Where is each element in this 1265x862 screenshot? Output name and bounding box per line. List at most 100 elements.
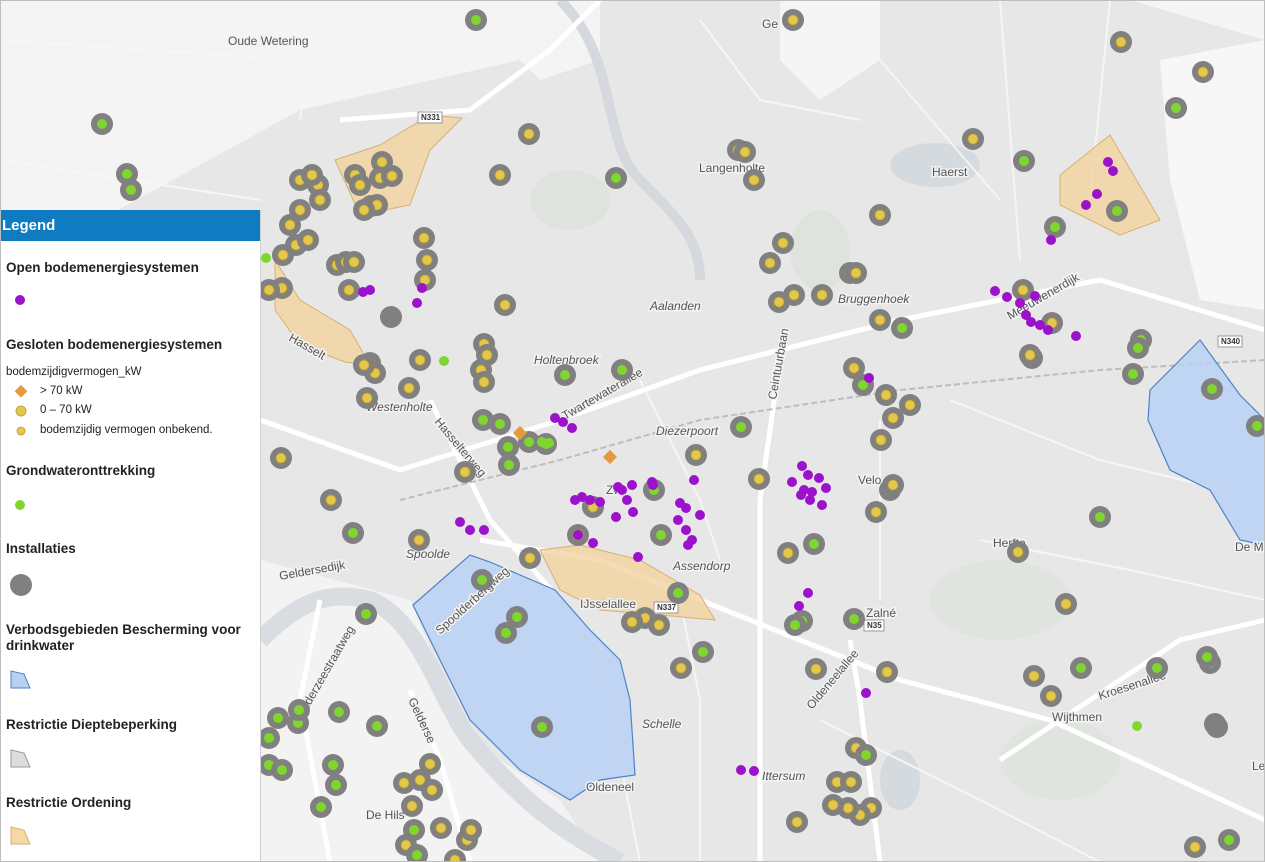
open-system-point[interactable] bbox=[465, 525, 475, 535]
closed-system-point[interactable] bbox=[294, 204, 306, 216]
closed-system-point[interactable] bbox=[874, 314, 886, 326]
open-system-point[interactable] bbox=[1043, 325, 1053, 335]
groundwater-point[interactable] bbox=[1095, 512, 1105, 522]
groundwater-point[interactable] bbox=[861, 750, 871, 760]
closed-system-point[interactable] bbox=[284, 219, 296, 231]
open-system-point[interactable] bbox=[611, 512, 621, 522]
groundwater-point[interactable] bbox=[897, 323, 907, 333]
open-system-point[interactable] bbox=[681, 525, 691, 535]
groundwater-point[interactable] bbox=[809, 539, 819, 549]
closed-system-point[interactable] bbox=[1115, 36, 1127, 48]
closed-system-point[interactable] bbox=[376, 156, 388, 168]
closed-system-point[interactable] bbox=[325, 494, 337, 506]
open-system-point[interactable] bbox=[1071, 331, 1081, 341]
groundwater-point[interactable] bbox=[1207, 384, 1217, 394]
closed-system-point[interactable] bbox=[302, 234, 314, 246]
groundwater-point[interactable] bbox=[328, 760, 338, 770]
open-system-point[interactable] bbox=[558, 417, 568, 427]
open-system-point[interactable] bbox=[479, 525, 489, 535]
closed-system-point[interactable] bbox=[810, 663, 822, 675]
groundwater-point[interactable] bbox=[409, 825, 419, 835]
groundwater-point[interactable] bbox=[122, 169, 132, 179]
groundwater-point[interactable] bbox=[439, 356, 449, 366]
closed-system-point[interactable] bbox=[481, 349, 493, 361]
closed-system-point[interactable] bbox=[277, 249, 289, 261]
closed-system-point[interactable] bbox=[418, 232, 430, 244]
open-system-point[interactable] bbox=[807, 487, 817, 497]
closed-system-point[interactable] bbox=[904, 399, 916, 411]
open-system-point[interactable] bbox=[1103, 157, 1113, 167]
groundwater-point[interactable] bbox=[471, 15, 481, 25]
open-system-point[interactable] bbox=[1046, 235, 1056, 245]
closed-system-point[interactable] bbox=[358, 204, 370, 216]
closed-system-point[interactable] bbox=[459, 466, 471, 478]
closed-system-point[interactable] bbox=[1024, 349, 1036, 361]
closed-system-point[interactable] bbox=[523, 128, 535, 140]
groundwater-point[interactable] bbox=[331, 780, 341, 790]
closed-system-point[interactable] bbox=[1189, 841, 1201, 853]
closed-system-point[interactable] bbox=[787, 14, 799, 26]
groundwater-point[interactable] bbox=[790, 620, 800, 630]
closed-system-point[interactable] bbox=[478, 376, 490, 388]
open-system-point[interactable] bbox=[585, 495, 595, 505]
open-system-point[interactable] bbox=[622, 495, 632, 505]
groundwater-point[interactable] bbox=[504, 460, 514, 470]
installation-point[interactable] bbox=[380, 306, 402, 328]
groundwater-point[interactable] bbox=[1112, 206, 1122, 216]
closed-system-point[interactable] bbox=[782, 547, 794, 559]
groundwater-point[interactable] bbox=[277, 765, 287, 775]
open-system-point[interactable] bbox=[683, 540, 693, 550]
groundwater-point[interactable] bbox=[1252, 421, 1262, 431]
open-system-point[interactable] bbox=[567, 423, 577, 433]
groundwater-point[interactable] bbox=[617, 365, 627, 375]
closed-system-point[interactable] bbox=[653, 619, 665, 631]
groundwater-point[interactable] bbox=[503, 442, 513, 452]
closed-system-point[interactable] bbox=[1028, 670, 1040, 682]
closed-system-point[interactable] bbox=[343, 284, 355, 296]
closed-system-point[interactable] bbox=[494, 169, 506, 181]
groundwater-point[interactable] bbox=[1050, 222, 1060, 232]
closed-system-point[interactable] bbox=[354, 179, 366, 191]
closed-system-point[interactable] bbox=[398, 777, 410, 789]
open-system-point[interactable] bbox=[1081, 200, 1091, 210]
groundwater-point[interactable] bbox=[512, 612, 522, 622]
closed-system-point[interactable] bbox=[842, 802, 854, 814]
closed-system-point[interactable] bbox=[1197, 66, 1209, 78]
groundwater-point[interactable] bbox=[673, 588, 683, 598]
groundwater-point[interactable] bbox=[334, 707, 344, 717]
closed-system-point[interactable] bbox=[777, 237, 789, 249]
open-system-point[interactable] bbox=[358, 287, 368, 297]
closed-system-point[interactable] bbox=[403, 382, 415, 394]
open-system-point[interactable] bbox=[412, 298, 422, 308]
closed-system-point[interactable] bbox=[449, 854, 461, 862]
groundwater-point[interactable] bbox=[348, 528, 358, 538]
open-system-point[interactable] bbox=[1108, 166, 1118, 176]
open-system-point[interactable] bbox=[1030, 291, 1040, 301]
closed-system-point[interactable] bbox=[748, 174, 760, 186]
groundwater-point[interactable] bbox=[1202, 652, 1212, 662]
closed-system-point[interactable] bbox=[348, 256, 360, 268]
open-system-point[interactable] bbox=[1026, 317, 1036, 327]
groundwater-point[interactable] bbox=[273, 713, 283, 723]
closed-system-point[interactable] bbox=[791, 816, 803, 828]
closed-system-point[interactable] bbox=[875, 434, 887, 446]
closed-system-point[interactable] bbox=[967, 133, 979, 145]
groundwater-point[interactable] bbox=[1133, 343, 1143, 353]
open-system-point[interactable] bbox=[595, 497, 605, 507]
open-system-point[interactable] bbox=[864, 373, 874, 383]
open-system-point[interactable] bbox=[689, 475, 699, 485]
groundwater-point[interactable] bbox=[294, 705, 304, 715]
groundwater-point[interactable] bbox=[736, 422, 746, 432]
closed-system-point[interactable] bbox=[358, 359, 370, 371]
open-system-point[interactable] bbox=[455, 517, 465, 527]
closed-system-point[interactable] bbox=[764, 257, 776, 269]
groundwater-point[interactable] bbox=[1076, 663, 1086, 673]
closed-system-point[interactable] bbox=[739, 146, 751, 158]
open-system-point[interactable] bbox=[573, 530, 583, 540]
closed-system-point[interactable] bbox=[880, 389, 892, 401]
groundwater-point[interactable] bbox=[477, 575, 487, 585]
closed-system-point[interactable] bbox=[850, 267, 862, 279]
closed-system-point[interactable] bbox=[1012, 546, 1024, 558]
closed-system-point[interactable] bbox=[675, 662, 687, 674]
groundwater-point[interactable] bbox=[372, 721, 382, 731]
